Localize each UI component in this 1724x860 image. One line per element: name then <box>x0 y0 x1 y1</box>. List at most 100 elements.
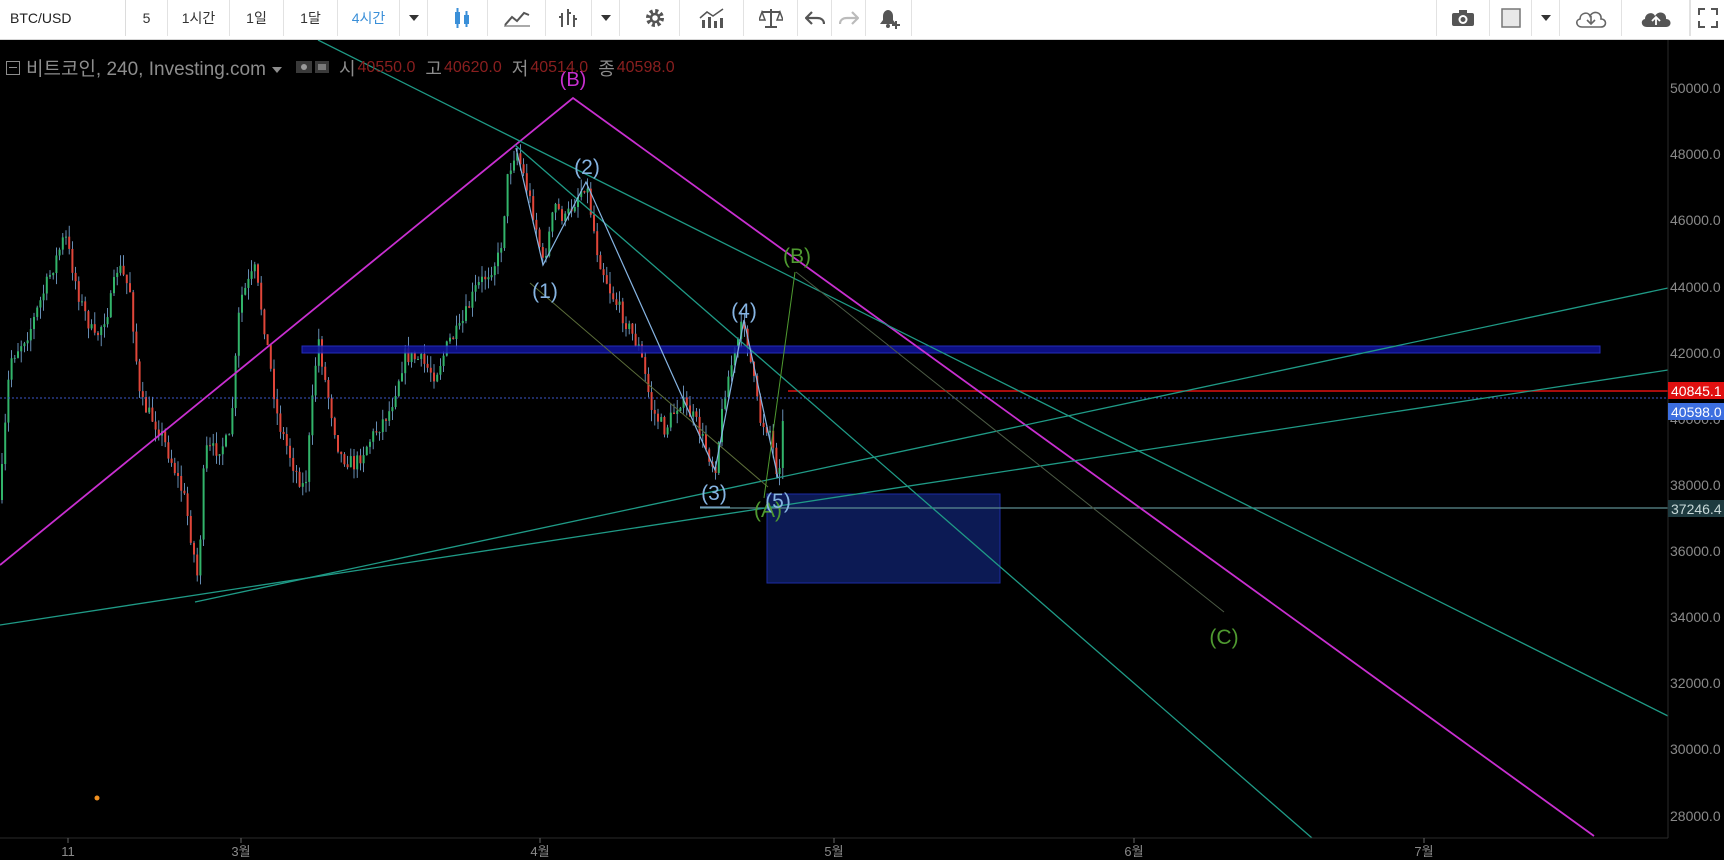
candle-body <box>221 446 224 455</box>
collapse-legend-icon[interactable] <box>6 60 20 75</box>
screenshot-button[interactable] <box>1436 0 1490 36</box>
candle-body <box>522 164 525 174</box>
candle-body <box>244 287 247 295</box>
resistance-zone[interactable] <box>301 345 1601 354</box>
time-axis[interactable] <box>0 838 1724 860</box>
candle-body <box>196 554 199 576</box>
candle-body <box>426 363 429 368</box>
candle-body <box>170 458 173 463</box>
interval-1d-button[interactable]: 1일 <box>230 0 284 36</box>
symbol-field[interactable]: BTC/USD <box>0 0 126 36</box>
candle-body <box>55 255 58 274</box>
candle-body <box>23 343 26 347</box>
interval-1h-button[interactable]: 1시간 <box>168 0 230 36</box>
candle-body <box>154 421 157 430</box>
candle-body <box>266 334 269 346</box>
candle-body <box>138 361 141 392</box>
price-tick: 50000.0 <box>1670 80 1721 96</box>
candle-body <box>554 203 557 213</box>
candle-body <box>762 422 765 428</box>
candle-body <box>26 340 29 344</box>
candle-body <box>308 435 311 482</box>
candle-body <box>209 445 211 447</box>
candle-body <box>609 283 611 294</box>
candle-body <box>141 391 144 398</box>
candle-body <box>324 366 327 380</box>
chevron-down-icon <box>600 15 611 21</box>
layout-dropdown-button[interactable] <box>1532 0 1560 36</box>
price-tick: 36000.0 <box>1670 543 1721 559</box>
wave-label-5: (5) <box>765 490 791 513</box>
candle-body <box>93 324 96 333</box>
candle-body <box>164 431 167 443</box>
undo-button[interactable] <box>798 0 832 36</box>
candle-body <box>193 542 195 555</box>
candle-body <box>343 454 346 465</box>
candle-body <box>669 412 672 428</box>
candle-body <box>602 269 605 276</box>
compare-dropdown-button[interactable] <box>592 0 620 36</box>
interval-4h-button[interactable]: 4시간 <box>338 0 400 36</box>
candle-body <box>535 219 538 230</box>
candle-body <box>461 320 464 324</box>
save-chart-button[interactable] <box>1622 0 1690 36</box>
candle-body <box>487 277 490 280</box>
candle-body <box>314 365 317 396</box>
alert-button[interactable] <box>866 0 912 36</box>
load-chart-button[interactable] <box>1560 0 1622 36</box>
settings-small-icon[interactable] <box>314 57 329 79</box>
indicators-button[interactable] <box>488 0 546 36</box>
candle-body <box>503 216 506 249</box>
candle-body <box>45 276 48 294</box>
candle-body <box>327 379 330 399</box>
candle-body <box>701 434 704 436</box>
candle-body <box>151 407 154 422</box>
candle-body <box>397 381 400 396</box>
candle-body <box>567 208 570 214</box>
price-tick: 48000.0 <box>1670 146 1721 162</box>
settings-button[interactable] <box>630 0 680 36</box>
candle-body <box>506 174 509 217</box>
candle-body <box>301 483 304 487</box>
candle-body <box>148 407 151 413</box>
candle-body <box>465 306 467 321</box>
candle-body <box>61 237 64 250</box>
price-chart[interactable]: (B) (1) (2) (3) (4) (A) (5) (B) (C) 5000… <box>0 40 1724 860</box>
chart-toolbar: BTC/USD 5 1시간 1일 1달 4시간 <box>0 0 1724 40</box>
candle-body <box>676 410 679 414</box>
candle-body <box>436 374 439 382</box>
candle-body <box>433 372 435 382</box>
candle-body <box>74 272 77 282</box>
price-tick: 28000.0 <box>1670 808 1721 824</box>
candle-body <box>263 309 266 335</box>
candle-body <box>381 419 384 433</box>
layout-button[interactable] <box>1490 0 1532 36</box>
candle-body <box>4 422 7 465</box>
candle-body <box>113 277 115 294</box>
support-price-badge-label: 37246.4 <box>1671 501 1722 517</box>
candles-style-button[interactable] <box>436 0 488 36</box>
candle-body <box>769 430 771 433</box>
candle-body <box>276 399 279 414</box>
candle-body <box>52 273 55 276</box>
interval-dropdown-button[interactable] <box>400 0 428 36</box>
chevron-down-icon <box>408 15 419 21</box>
candle-body <box>692 411 695 417</box>
candle-body <box>234 355 237 409</box>
compare-scale-button[interactable] <box>744 0 798 36</box>
studies-button[interactable] <box>680 0 744 36</box>
open-label: 시 <box>338 58 356 79</box>
interval-5-button[interactable]: 5 <box>126 0 168 36</box>
candle-body <box>285 434 288 446</box>
redo-button[interactable] <box>832 0 866 36</box>
fullscreen-button[interactable] <box>1690 0 1724 36</box>
candle-body <box>541 247 544 258</box>
target-zone-box[interactable] <box>766 493 1001 584</box>
interval-1m-button[interactable]: 1달 <box>284 0 338 36</box>
candle-body <box>420 353 423 360</box>
candle-body <box>36 307 39 317</box>
eye-icon[interactable] <box>295 57 312 79</box>
candle-body <box>417 359 419 361</box>
compare-button[interactable] <box>546 0 592 36</box>
legend-menu-icon[interactable] <box>271 57 282 79</box>
